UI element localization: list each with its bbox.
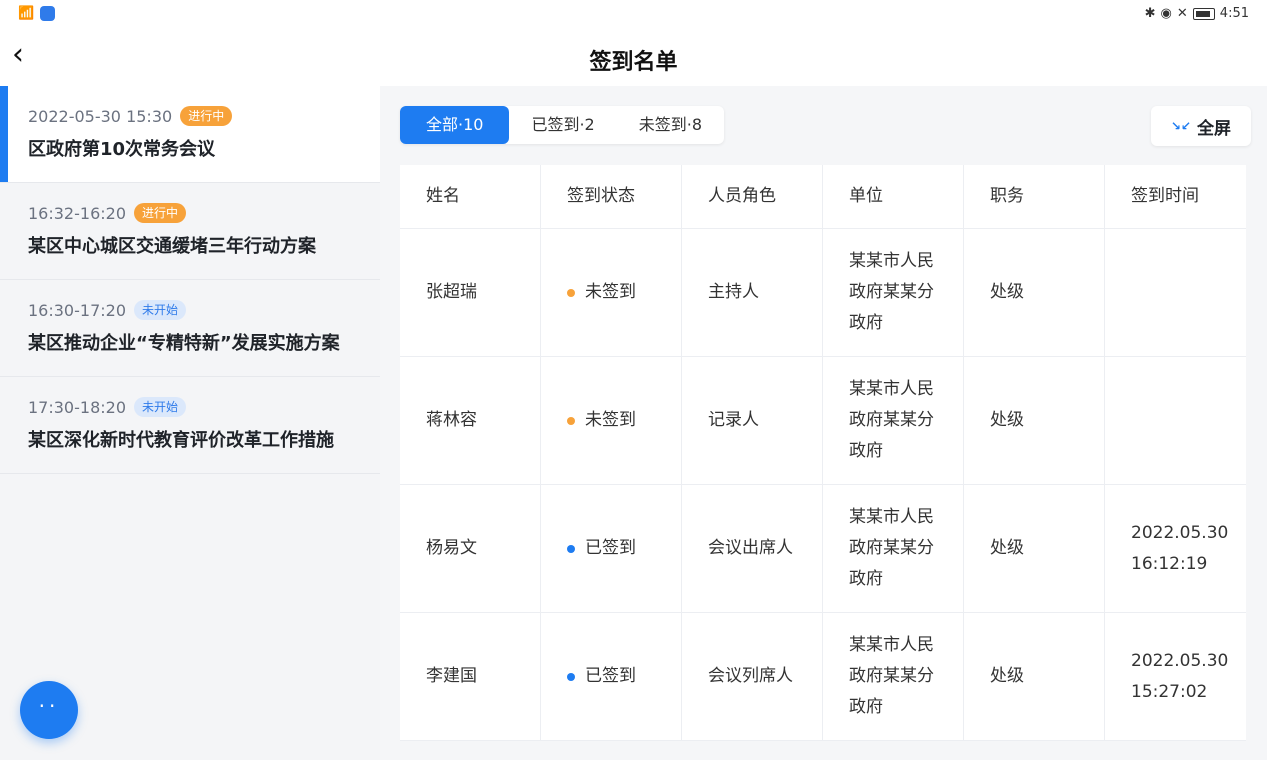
fullscreen-button[interactable]: ↘↙ 全屏	[1150, 106, 1251, 146]
meeting-time: 16:32-16:20	[28, 203, 126, 223]
name-cell: 杨易文	[400, 485, 541, 612]
fullscreen-label: 全屏	[1197, 118, 1231, 139]
column-header: 签到时间	[1131, 186, 1199, 206]
meeting-list: 2022-05-30 15:30 进行中 区政府第10次常务会议 16:32-1…	[0, 86, 380, 760]
status-time: 4:51	[1219, 6, 1249, 21]
column-header: 职务	[964, 165, 1105, 228]
status-badge: 进行中	[134, 203, 187, 223]
table-row: 杨易文 已签到 会议出席人 某某市人民政府某某分政府 处级 2022.05.30…	[400, 485, 1246, 613]
status-dot-icon	[567, 416, 575, 425]
position-cell: 处级	[964, 485, 1105, 612]
unit-cell: 某某市人民政府某某分政府	[823, 357, 964, 484]
position-cell: 处级	[964, 613, 1105, 740]
status-bar: 📶 ✱ ◉ ✕ 4:51	[0, 0, 1267, 34]
time-cell	[1105, 357, 1246, 484]
tab-signed[interactable]: 已签到·2	[509, 106, 616, 144]
table-row: 李建国 已签到 会议列席人 某某市人民政府某某分政府 处级 2022.05.30…	[400, 613, 1246, 741]
location-icon: ◉	[1160, 6, 1172, 21]
unit-cell: 某某市人民政府某某分政府	[823, 229, 964, 356]
unit-cell: 某某市人民政府某某分政府	[823, 485, 964, 612]
meeting-title: 某区推动企业“专精特新”发展实施方案	[28, 333, 340, 354]
column-header: 单位	[823, 165, 964, 228]
column-header: 签到状态	[541, 165, 682, 228]
header: ‹ 签到名单	[0, 34, 1267, 86]
status-badge: 进行中	[180, 106, 233, 126]
time-cell	[1105, 229, 1246, 356]
time-cell: 2022.05.30 15:27:02	[1131, 650, 1229, 702]
app-icon	[40, 6, 56, 21]
status-cell: 未签到	[541, 357, 682, 484]
tab-unsigned[interactable]: 未签到·8	[617, 106, 724, 144]
unit-cell: 某某市人民政府某某分政府	[823, 613, 964, 740]
table-row: 蒋林容 未签到 记录人 某某市人民政府某某分政府 处级	[400, 357, 1246, 485]
collapse-icon: ↘↙	[1170, 119, 1191, 133]
column-header: 人员角色	[682, 165, 823, 228]
role-cell: 主持人	[682, 229, 823, 356]
signin-table: 姓名 签到状态 人员角色 单位 职务 签到时间 张超瑞 未签到 主持人 某某市人…	[400, 165, 1246, 741]
signin-panel: 全部·10 已签到·2 未签到·8 ↘↙ 全屏 姓名 签到状态 人员角色 单位 …	[380, 86, 1267, 760]
meeting-time: 2022-05-30 15:30	[28, 106, 173, 126]
meeting-item[interactable]: 16:32-16:20 进行中 某区中心城区交通缓堵三年行动方案	[0, 183, 380, 280]
position-cell: 处级	[964, 229, 1105, 356]
meeting-item[interactable]: 2022-05-30 15:30 进行中 区政府第10次常务会议	[0, 86, 380, 183]
mute-icon: ✕	[1176, 6, 1188, 21]
time-cell: 2022.05.30 16:12:19	[1131, 522, 1229, 574]
status-dot-icon	[567, 672, 575, 681]
role-cell: 会议出席人	[682, 485, 823, 612]
role-cell: 会议列席人	[682, 613, 823, 740]
role-cell: 记录人	[682, 357, 823, 484]
status-cell: 未签到	[541, 229, 682, 356]
position-cell: 处级	[964, 357, 1105, 484]
more-dots-icon: ··	[38, 694, 60, 718]
more-button[interactable]: ··	[20, 681, 78, 739]
status-cell: 已签到	[541, 485, 682, 612]
bluetooth-icon: ✱	[1144, 6, 1156, 21]
status-cell: 已签到	[541, 613, 682, 740]
column-header: 姓名	[400, 165, 541, 228]
meeting-title: 某区中心城区交通缓堵三年行动方案	[28, 236, 316, 257]
table-row: 张超瑞 未签到 主持人 某某市人民政府某某分政府 处级	[400, 229, 1246, 357]
meeting-title: 区政府第10次常务会议	[28, 139, 216, 160]
battery-icon	[1192, 7, 1215, 20]
wifi-icon: 📶	[18, 6, 35, 21]
name-cell: 李建国	[400, 613, 541, 740]
name-cell: 蒋林容	[400, 357, 541, 484]
tab-all[interactable]: 全部·10	[400, 106, 510, 144]
status-badge: 未开始	[134, 397, 187, 417]
table-header: 姓名 签到状态 人员角色 单位 职务 签到时间	[400, 165, 1246, 229]
status-dot-icon	[567, 544, 575, 553]
meeting-time: 16:30-17:20	[28, 300, 126, 320]
meeting-time: 17:30-18:20	[28, 397, 126, 417]
name-cell: 张超瑞	[400, 229, 541, 356]
meeting-title: 某区深化新时代教育评价改革工作措施	[28, 430, 334, 451]
filter-tabs: 全部·10 已签到·2 未签到·8	[400, 106, 725, 144]
meeting-item[interactable]: 17:30-18:20 未开始 某区深化新时代教育评价改革工作措施	[0, 377, 380, 474]
meeting-item[interactable]: 16:30-17:20 未开始 某区推动企业“专精特新”发展实施方案	[0, 280, 380, 377]
page-title: 签到名单	[589, 50, 678, 75]
status-dot-icon	[567, 288, 575, 297]
status-badge: 未开始	[134, 300, 187, 320]
